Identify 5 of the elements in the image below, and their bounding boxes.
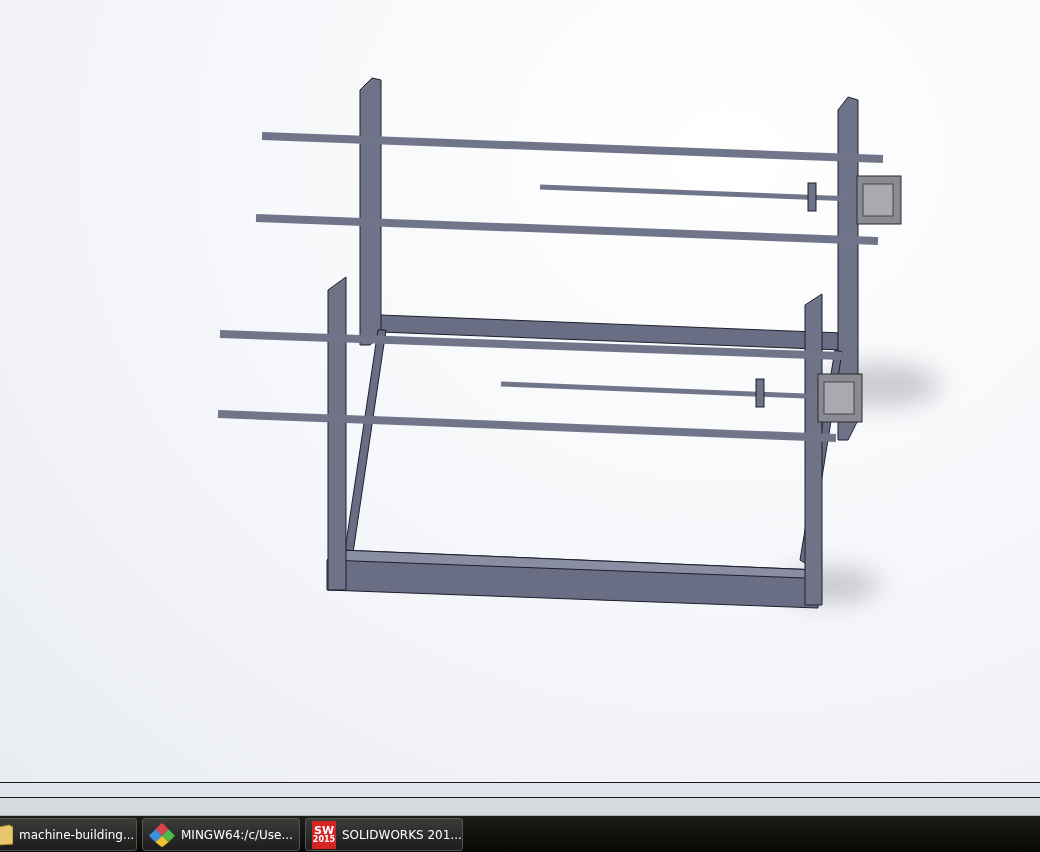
diamond-logo-icon [149, 821, 175, 848]
folder-icon [0, 822, 13, 847]
taskbar-button[interactable]: MINGW64:/c/Use... [142, 818, 300, 851]
taskbar-button[interactable]: machine-building... [0, 818, 137, 851]
app-logo-icon: SW 2015 [312, 820, 336, 849]
